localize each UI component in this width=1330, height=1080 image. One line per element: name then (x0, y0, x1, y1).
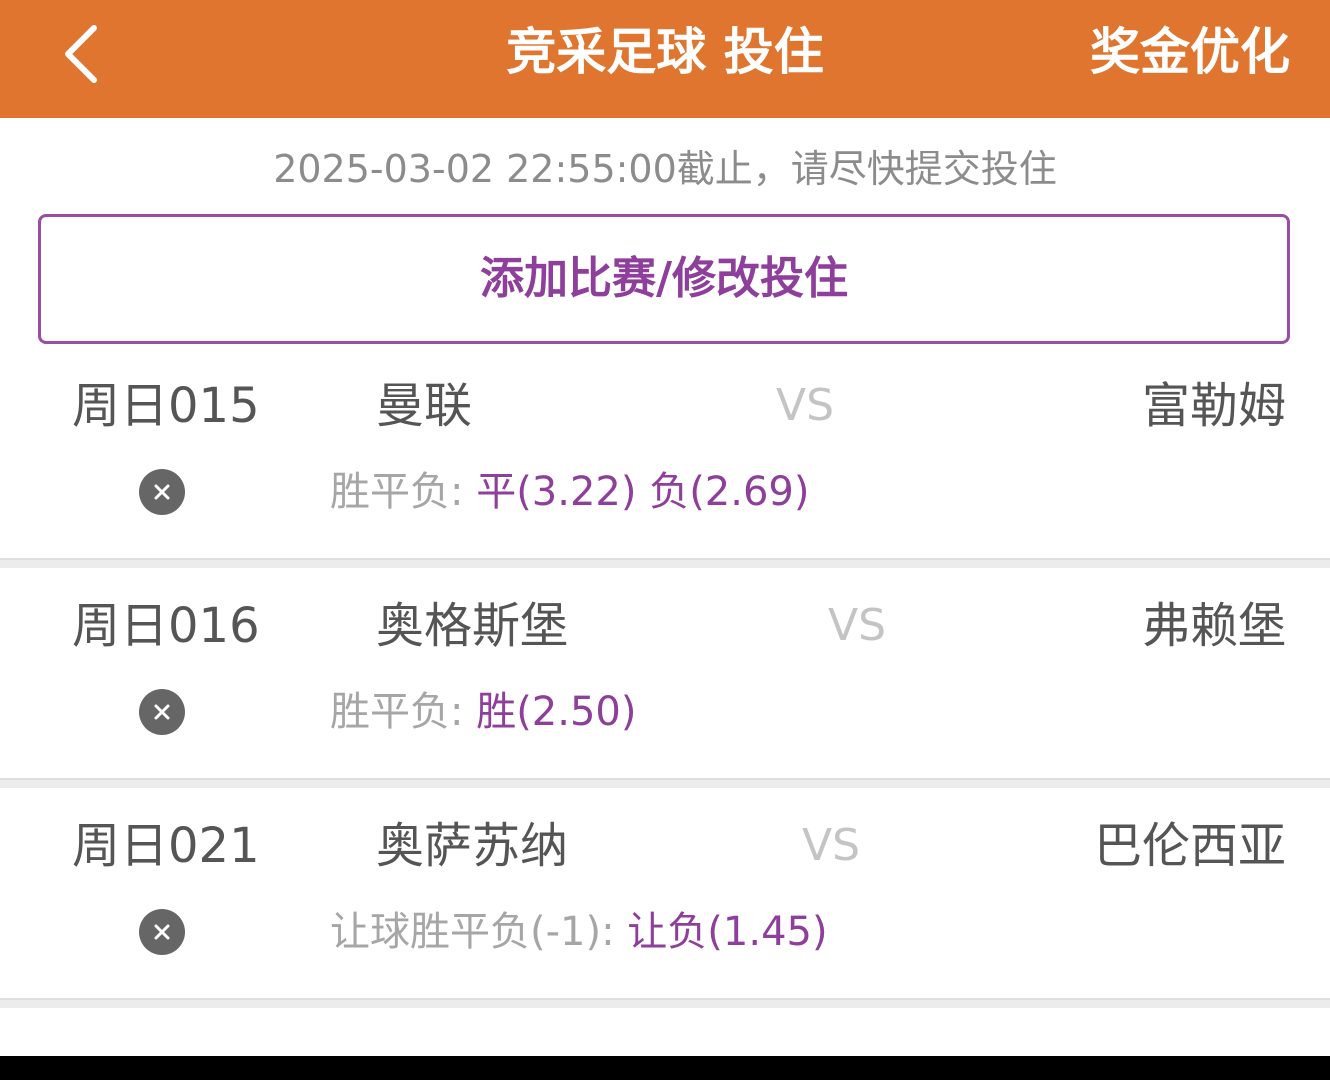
deadline-notice: 2025-03-02 22:55:00截止，请尽快提交投住 (273, 147, 1057, 191)
close-icon (154, 704, 170, 720)
divider (0, 778, 1330, 788)
match-row: 周日021 奥萨苏纳 VS 巴伦西亚 让球胜平负(-1): 让负(1.45) (0, 796, 1330, 1006)
back-button[interactable] (40, 14, 120, 94)
add-match-button[interactable]: 添加比赛/修改投住 (38, 214, 1290, 344)
home-team: 奥萨苏纳 (376, 818, 569, 874)
match-code: 周日021 (72, 818, 260, 874)
bet-pick-label: 平(3.22) 负(2.69) (476, 469, 810, 515)
bet-type-label: 胜平负: (330, 689, 464, 735)
add-match-label: 添加比赛/修改投住 (479, 253, 849, 304)
prize-optimize-button[interactable]: 奖金优化 (1090, 22, 1290, 82)
bet-pick-label: 让负(1.45) (627, 909, 828, 955)
match-code: 周日016 (72, 598, 260, 654)
match-code: 周日015 (72, 378, 260, 434)
system-nav-bar (0, 1056, 1330, 1080)
remove-match-button[interactable] (139, 689, 185, 735)
bet-type-label: 让球胜平负(-1): (330, 909, 615, 955)
divider (0, 998, 1330, 1008)
close-icon (154, 924, 170, 940)
remove-match-button[interactable] (139, 909, 185, 955)
home-team: 曼联 (376, 378, 473, 434)
header-bar: 竞采足球 投住 奖金优化 (0, 0, 1330, 118)
chevron-left-icon (65, 25, 97, 83)
home-team: 奥格斯堡 (376, 598, 569, 654)
bet-selection: 胜平负: 平(3.22) 负(2.69) (330, 466, 809, 518)
remove-match-button[interactable] (139, 469, 185, 515)
bet-type-label: 胜平负: (330, 469, 464, 515)
vs-label: VS (776, 380, 835, 431)
close-icon (154, 484, 170, 500)
divider (0, 558, 1330, 568)
bet-selection: 胜平负: 胜(2.50) (330, 686, 636, 738)
bet-selection: 让球胜平负(-1): 让负(1.45) (330, 906, 828, 958)
away-team: 巴伦西亚 (1093, 818, 1286, 874)
away-team: 弗赖堡 (1141, 598, 1286, 654)
vs-label: VS (802, 820, 861, 871)
bet-pick-label: 胜(2.50) (476, 689, 637, 735)
match-row: 周日016 奥格斯堡 VS 弗赖堡 胜平负: 胜(2.50) (0, 576, 1330, 786)
vs-label: VS (828, 600, 887, 651)
match-row: 周日015 曼联 VS 富勒姆 胜平负: 平(3.22) 负(2.69) (0, 356, 1330, 566)
away-team: 富勒姆 (1141, 378, 1286, 434)
